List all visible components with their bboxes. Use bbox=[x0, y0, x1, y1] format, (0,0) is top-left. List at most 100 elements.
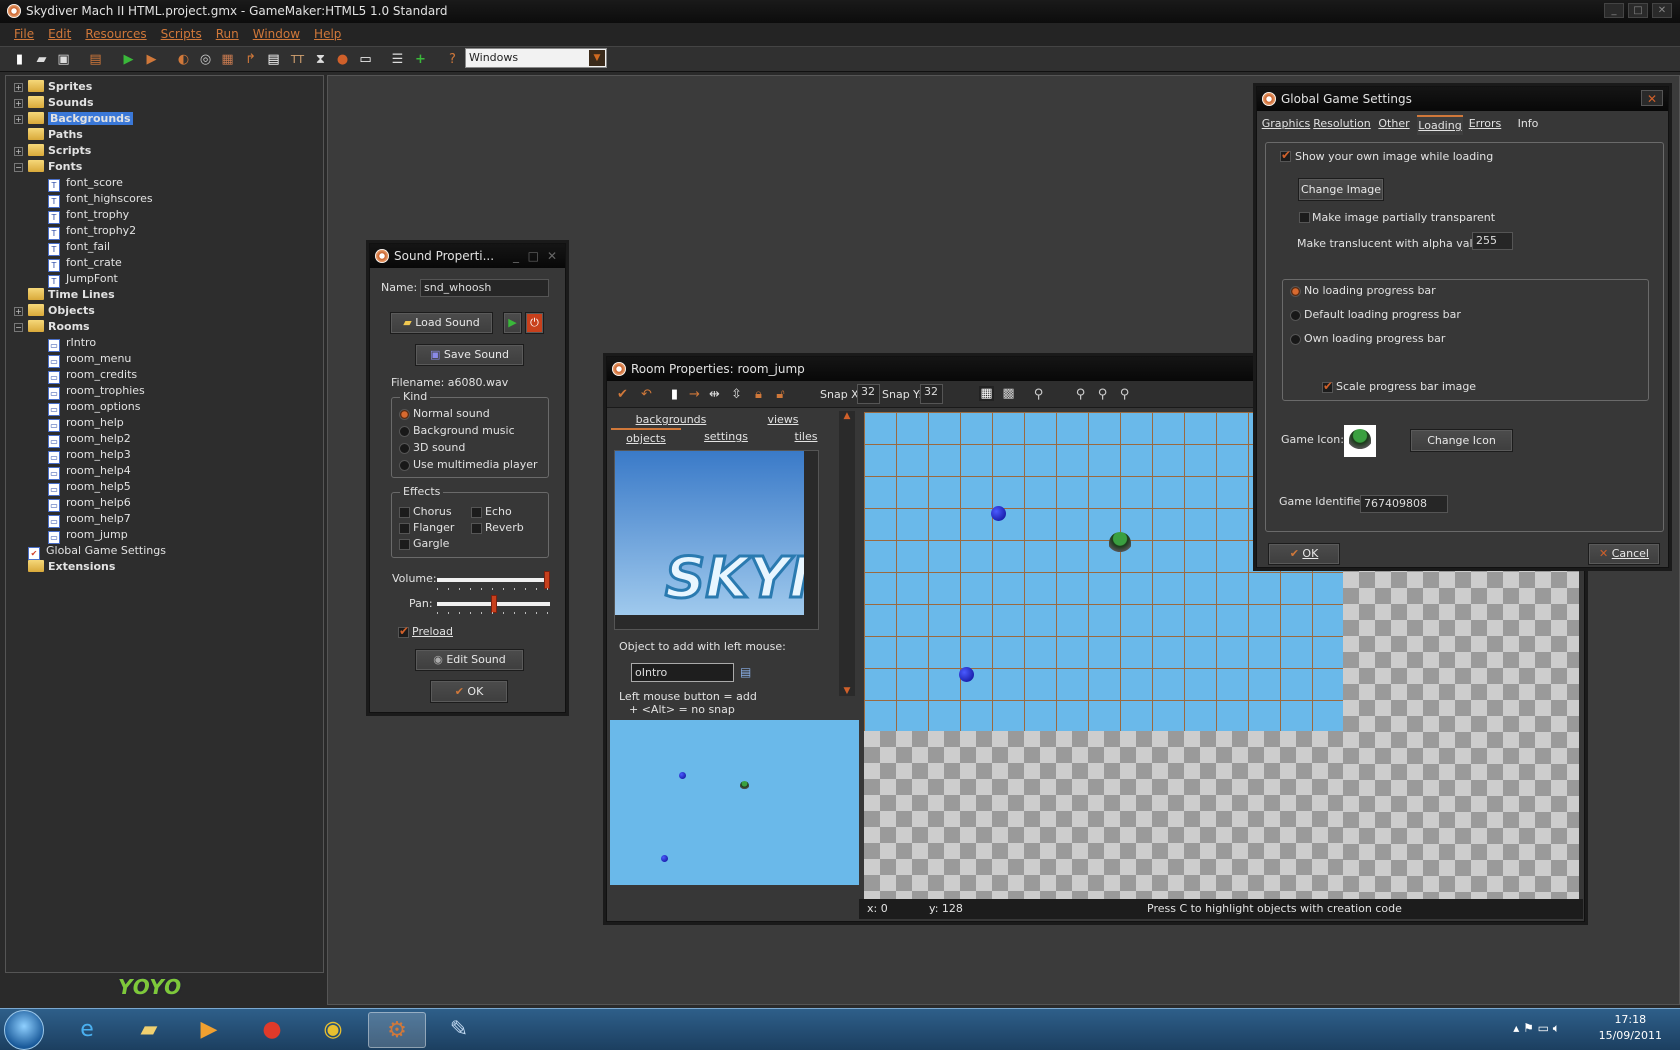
snap-y-input[interactable]: 32 bbox=[920, 384, 943, 404]
system-clock[interactable]: 17:18 15/09/2011 bbox=[1599, 1012, 1662, 1044]
play-button[interactable]: ▶ bbox=[503, 312, 522, 334]
minimize-button[interactable]: _ bbox=[1604, 3, 1624, 18]
checkbox-flanger[interactable] bbox=[399, 523, 410, 534]
zoom-reset-icon[interactable]: ⚲ bbox=[1095, 387, 1110, 402]
tree-item-objects[interactable]: + Objects bbox=[14, 303, 95, 319]
close-button[interactable]: ✕ bbox=[1652, 3, 1672, 18]
zoom-in-icon[interactable]: ⚲ bbox=[1117, 387, 1132, 402]
preload-checkbox[interactable] bbox=[398, 624, 409, 638]
path-icon[interactable]: ↱ bbox=[243, 52, 258, 67]
checkbox-reverb[interactable] bbox=[471, 523, 482, 534]
menu-help[interactable]: Help bbox=[314, 23, 341, 46]
red-app-icon[interactable]: ● bbox=[243, 1012, 301, 1048]
tree-item-room-help3[interactable]: ▭ room_help3 bbox=[48, 447, 131, 464]
scale-progress-checkbox[interactable] bbox=[1322, 379, 1333, 393]
new-icon[interactable]: ▮ bbox=[12, 52, 27, 67]
scroll-up-icon[interactable]: ▲ bbox=[839, 411, 855, 421]
run-icon[interactable]: ▶ bbox=[121, 52, 136, 67]
edit-sound-button[interactable]: ◉ Edit Sound bbox=[415, 649, 524, 671]
tab-other[interactable]: Other bbox=[1374, 115, 1414, 133]
start-button[interactable] bbox=[4, 1010, 44, 1050]
debug-run-icon[interactable]: ▶ bbox=[144, 52, 159, 67]
collapse-icon[interactable]: − bbox=[14, 323, 23, 332]
transparent-checkbox[interactable] bbox=[1299, 212, 1310, 223]
menu-window[interactable]: Window bbox=[253, 23, 300, 46]
grid-toggle-icon[interactable]: ▦ bbox=[979, 386, 994, 401]
tree-item-extensions[interactable]: Extensions bbox=[28, 559, 115, 575]
tree-item-room-help4[interactable]: ▭ room_help4 bbox=[48, 463, 131, 480]
tab-backgrounds[interactable]: backgrounds bbox=[611, 411, 731, 429]
ok-button[interactable]: ✔ OK bbox=[1268, 543, 1340, 565]
tree-item-time-lines[interactable]: Time Lines bbox=[28, 287, 115, 303]
tab-settings[interactable]: settings bbox=[686, 428, 766, 446]
object-icon[interactable]: ● bbox=[335, 52, 350, 67]
close-button[interactable]: ✕ bbox=[547, 244, 557, 268]
maximize-button[interactable]: □ bbox=[1628, 3, 1648, 18]
tab-errors[interactable]: Errors bbox=[1465, 115, 1505, 133]
resource-tree[interactable]: + Sprites + Sounds + Backgrounds Paths + Scripts… bbox=[5, 75, 324, 973]
undo-icon[interactable]: ↶ bbox=[639, 387, 654, 402]
tree-item-room-help5[interactable]: ▭ room_help5 bbox=[48, 479, 131, 496]
tree-item-font-score[interactable]: Tfont_score bbox=[48, 175, 123, 192]
change-icon-button[interactable]: Change Icon bbox=[1410, 429, 1513, 452]
tab-objects[interactable]: objects bbox=[611, 428, 681, 448]
pan-slider-thumb[interactable] bbox=[490, 595, 497, 613]
sort-y-icon[interactable]: ⇳ bbox=[729, 387, 744, 402]
snap-x-input[interactable]: 32 bbox=[857, 384, 880, 404]
show-image-checkbox[interactable] bbox=[1280, 148, 1291, 162]
checkmark-icon[interactable]: ✔ bbox=[615, 387, 630, 402]
sort-x-icon[interactable]: ⇹ bbox=[707, 387, 722, 402]
zoom-dropdown-icon[interactable]: ⚲ bbox=[1031, 387, 1046, 402]
internet-explorer-icon[interactable]: e bbox=[58, 1012, 116, 1048]
isometric-grid-icon[interactable]: ▩ bbox=[1001, 386, 1016, 401]
tab-loading[interactable]: Loading bbox=[1417, 115, 1463, 135]
tab-info[interactable]: Info bbox=[1508, 115, 1548, 133]
background-icon[interactable]: ▦ bbox=[220, 52, 235, 67]
tree-item-room-credits[interactable]: ▭ room_credits bbox=[48, 367, 137, 384]
expand-icon[interactable]: + bbox=[14, 115, 23, 124]
target-select[interactable]: Windows ▼ bbox=[465, 48, 607, 68]
chrome-icon[interactable]: ◉ bbox=[304, 1012, 362, 1048]
menu-resources[interactable]: Resources bbox=[85, 23, 146, 46]
help-icon[interactable]: ? bbox=[445, 52, 460, 67]
shift-icon[interactable]: → bbox=[687, 387, 702, 402]
tree-item-scripts[interactable]: + Scripts bbox=[14, 143, 91, 159]
preview-vscrollbar[interactable] bbox=[804, 451, 818, 629]
tree-item-rintro[interactable]: ▭ rIntro bbox=[48, 335, 96, 352]
volume-slider-thumb[interactable] bbox=[544, 571, 550, 589]
expand-icon[interactable]: + bbox=[14, 99, 23, 108]
unlock-icon[interactable]: 🔓︎ bbox=[773, 387, 788, 402]
volume-slider[interactable] bbox=[437, 571, 550, 590]
pan-slider[interactable] bbox=[437, 595, 550, 614]
menu-edit[interactable]: Edit bbox=[48, 23, 71, 46]
close-button[interactable]: ✕ bbox=[1641, 90, 1663, 106]
scroll-down-icon[interactable]: ▼ bbox=[839, 686, 855, 696]
gamemaker-icon[interactable]: ⚙ bbox=[368, 1012, 426, 1048]
tree-item-room-menu[interactable]: ▭ room_menu bbox=[48, 351, 131, 368]
tree-item-backgrounds[interactable]: + Backgrounds bbox=[14, 111, 133, 127]
tree-item-room-jump[interactable]: ▭ room_jump bbox=[48, 527, 128, 544]
menu-scripts[interactable]: Scripts bbox=[161, 23, 202, 46]
collapse-icon[interactable]: − bbox=[14, 163, 23, 172]
game-identifier-input[interactable]: 767409808 bbox=[1360, 495, 1448, 513]
file-explorer-icon[interactable]: ▰ bbox=[120, 1012, 178, 1048]
radio-default-progress-bar[interactable] bbox=[1290, 310, 1301, 321]
tree-item-room-trophies[interactable]: ▭ room_trophies bbox=[48, 383, 145, 400]
timeline-icon[interactable]: ⧗ bbox=[313, 52, 328, 67]
ball-instance[interactable] bbox=[959, 667, 974, 682]
tree-item-room-help[interactable]: ▭ room_help bbox=[48, 415, 124, 432]
tree-item-font-crate[interactable]: Tfont_crate bbox=[48, 255, 122, 272]
tree-item-room-help7[interactable]: ▭ room_help7 bbox=[48, 511, 131, 528]
checkbox-echo[interactable] bbox=[471, 507, 482, 518]
name-input[interactable]: snd_whoosh bbox=[420, 279, 549, 297]
media-player-icon[interactable]: ▶ bbox=[180, 1012, 238, 1048]
room-minimap[interactable] bbox=[610, 720, 859, 885]
checkbox-chorus[interactable] bbox=[399, 507, 410, 518]
tree-item-sounds[interactable]: + Sounds bbox=[14, 95, 94, 111]
tray-icons[interactable]: ▴ ⚑ ▭ 🔈︎ bbox=[1513, 1021, 1560, 1036]
load-sound-button[interactable]: ▰ Load Sound bbox=[390, 312, 493, 334]
publish-icon[interactable]: ▤ bbox=[88, 52, 103, 67]
room-icon[interactable]: ▭ bbox=[358, 52, 373, 67]
tree-item-font-trophy2[interactable]: Tfont_trophy2 bbox=[48, 223, 136, 240]
tree-item-rooms[interactable]: − Rooms bbox=[14, 319, 90, 335]
